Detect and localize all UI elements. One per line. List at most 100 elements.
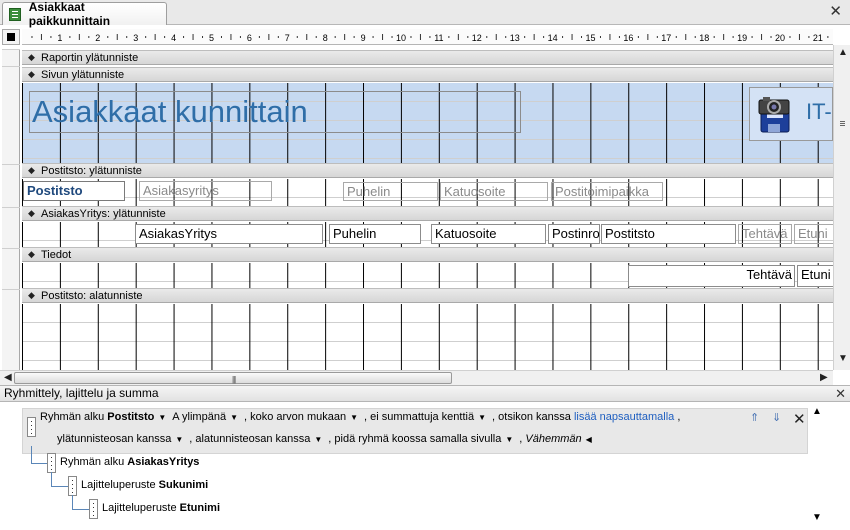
sort-order[interactable]: A ylimpänä <box>172 411 226 423</box>
ruler-tick <box>723 34 725 40</box>
asiakasyritys-header-section[interactable]: AsiakasYritys Puhelin Katuosoite Postinr… <box>22 222 833 248</box>
band-report-header[interactable]: ◆ Raportin ylätunniste <box>22 50 833 65</box>
vertical-scrollbar[interactable]: ▲ ▼ <box>833 45 850 370</box>
add-title-link[interactable]: lisää napsauttamalla <box>574 411 674 423</box>
field-asiakasyritys[interactable]: AsiakasYritys <box>135 224 323 244</box>
less-link[interactable]: Vähemmän <box>525 433 581 445</box>
field-katuosoite[interactable]: Katuosoite <box>431 224 546 244</box>
pane-scroll-up-icon[interactable]: ▲ <box>812 406 822 417</box>
chevron-down-icon[interactable]: ▼ <box>175 435 183 444</box>
scroll-left-icon[interactable]: ◀ <box>4 372 12 383</box>
chevron-down-icon[interactable]: ▼ <box>478 413 486 422</box>
field-postinro[interactable]: Postinro <box>548 224 600 244</box>
ruler-tick <box>164 36 166 38</box>
label-puhelin[interactable]: Puhelin <box>343 182 438 201</box>
page-header-section[interactable]: Asiakkaat kunnittain IT- <box>22 83 833 163</box>
ruler-tick <box>116 34 118 40</box>
keep-together-option[interactable]: pidä ryhmä koossa samalla sivulla <box>334 433 501 445</box>
group-field-postitsto[interactable]: Postitsto <box>107 411 154 423</box>
drag-handle-icon[interactable] <box>27 417 36 437</box>
sort-prefix: Lajitteluperuste <box>81 479 156 491</box>
ruler-tick <box>675 36 677 38</box>
ruler-number: 14 <box>548 33 558 43</box>
ruler-tick <box>694 36 696 38</box>
band-postitsto-header[interactable]: ◆ Postitsto: ylätunniste <box>22 163 833 178</box>
field-etunimi[interactable]: Etuni <box>797 265 833 287</box>
field-tehtava[interactable]: Tehtävä <box>628 265 795 287</box>
chevron-down-icon[interactable]: ▼ <box>158 413 166 422</box>
ruler-number: 17 <box>661 33 671 43</box>
horizontal-scrollbar[interactable]: ◀ ||| ▶ <box>0 370 833 385</box>
field-puhelin[interactable]: Puhelin <box>329 224 421 244</box>
sort-row-4[interactable]: Lajitteluperuste Etunimi <box>102 502 220 514</box>
report-title-label[interactable]: Asiakkaat kunnittain <box>29 91 521 133</box>
drag-handle-icon[interactable] <box>89 499 98 519</box>
postitsto-header-section[interactable]: Postitsto Asiakasyritys Puhelin Katuosoi… <box>22 179 833 206</box>
move-down-icon[interactable]: ⇓ <box>772 411 781 424</box>
pane-scroll-down-icon[interactable]: ▼ <box>812 512 822 523</box>
scroll-down-icon[interactable]: ▼ <box>838 353 848 364</box>
label-katuosoite[interactable]: Katuosoite <box>440 182 548 201</box>
label-tehtava[interactable]: Tehtävä <box>738 224 792 244</box>
label-etunimi[interactable]: Etuni <box>794 224 833 244</box>
band-selector-postitsto-header[interactable] <box>2 164 20 180</box>
close-group-pane-icon[interactable]: ✕ <box>835 386 846 401</box>
ruler-tick <box>419 34 421 40</box>
field-postitsto-2[interactable]: Postitsto <box>601 224 736 244</box>
chevron-down-icon[interactable]: ▼ <box>314 435 322 444</box>
report-design-canvas[interactable]: ◆ Raportin ylätunniste ◆ Sivun ylätunnis… <box>22 49 833 370</box>
scroll-up-icon[interactable]: ▲ <box>838 47 848 58</box>
ruler-tick <box>486 36 488 38</box>
band-postitsto-footer[interactable]: ◆ Postitsto: alatunniste <box>22 288 833 303</box>
logo-image-control[interactable]: IT- <box>749 87 833 141</box>
ruler-tick <box>467 36 469 38</box>
scroll-right-icon[interactable]: ▶ <box>820 372 828 383</box>
close-document-icon[interactable]: ✕ <box>829 4 842 19</box>
detail-section[interactable]: Tehtävä Etuni <box>22 263 833 289</box>
ruler-number: 8 <box>323 33 328 43</box>
band-selector-asiakasyritys-header[interactable] <box>2 207 20 223</box>
ruler-tick <box>457 34 459 40</box>
select-report-button[interactable] <box>2 29 20 45</box>
move-up-icon[interactable]: ⇑ <box>750 411 759 424</box>
band-selector-report-header[interactable] <box>2 49 20 65</box>
horizontal-scroll-thumb[interactable]: ||| <box>14 372 452 384</box>
band-selector-postitsto-footer[interactable] <box>2 289 20 305</box>
label-postitoimipaikka[interactable]: Postitoimipaikka <box>551 182 663 201</box>
postitsto-footer-section[interactable] <box>22 304 833 370</box>
ruler-number: 7 <box>285 33 290 43</box>
ruler-number: 20 <box>775 33 785 43</box>
group-scope[interactable]: koko arvon mukaan <box>250 411 346 423</box>
band-asiakasyritys-header[interactable]: ◆ AsiakasYritys: ylätunniste <box>22 206 833 221</box>
horizontal-ruler[interactable]: 1 2 3 4 5 6 7 8 9 10 11 12 13 14 15 16 17 18 19 20 21 <box>22 29 833 45</box>
band-selector-detail[interactable] <box>2 248 20 264</box>
ruler-tick <box>637 36 639 38</box>
footer-section-option[interactable]: alatunnisteosan kanssa <box>195 433 310 445</box>
ruler-tick <box>524 36 526 38</box>
band-page-header[interactable]: ◆ Sivun ylätunniste <box>22 67 833 82</box>
chevron-down-icon[interactable]: ▼ <box>350 413 358 422</box>
delete-group-icon[interactable]: ✕ <box>793 410 806 428</box>
document-tab[interactable]: Asiakkaat paikkunnittain <box>2 0 167 28</box>
chevron-down-icon[interactable]: ▼ <box>505 435 513 444</box>
drag-handle-icon[interactable] <box>47 453 56 473</box>
ruler-tick <box>50 36 52 38</box>
scroll-grip-icon: ||| <box>232 375 236 384</box>
band-detail[interactable]: ◆ Tiedot <box>22 247 833 262</box>
group-totals[interactable]: ei summattuja kenttiä <box>370 411 474 423</box>
label-asiakasyritys[interactable]: Asiakasyritys <box>139 181 272 201</box>
sort-row-3[interactable]: Lajitteluperuste Sukunimi <box>81 479 208 491</box>
group-row-2[interactable]: Ryhmän alku AsiakasYritys <box>60 456 199 468</box>
drag-handle-icon[interactable] <box>68 476 77 496</box>
field-postitsto[interactable]: Postitsto <box>23 181 125 201</box>
tree-connector <box>31 446 48 464</box>
ruler-number: 11 <box>434 33 443 43</box>
ruler-tick <box>78 34 80 40</box>
collapse-arrow-icon[interactable]: ◀ <box>586 435 592 444</box>
band-selector-page-header[interactable] <box>2 66 20 82</box>
band-label: AsiakasYritys: ylätunniste <box>41 207 166 220</box>
vertical-ruler[interactable] <box>2 49 20 370</box>
chevron-down-icon[interactable]: ▼ <box>230 413 238 422</box>
band-arrow-icon: ◆ <box>28 290 35 300</box>
header-section-option[interactable]: ylätunnisteosan kanssa <box>57 433 171 445</box>
